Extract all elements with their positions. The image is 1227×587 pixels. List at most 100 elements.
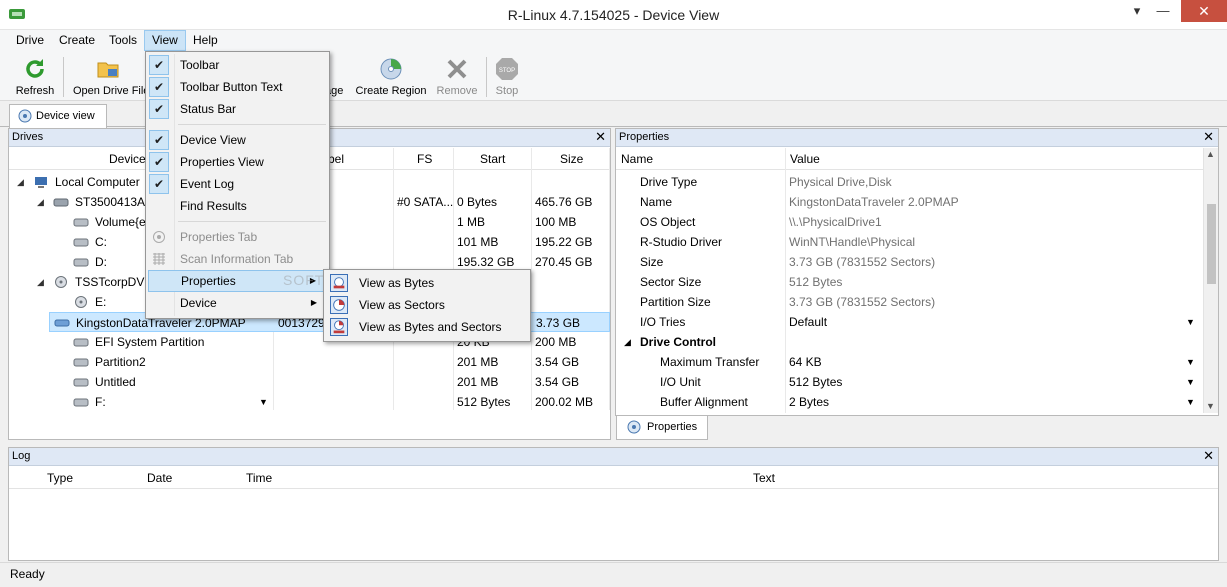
close-button[interactable]: ✕ [1181, 0, 1227, 22]
column-log-date[interactable]: Date [147, 471, 172, 485]
scrollbar-thumb[interactable] [1207, 204, 1216, 284]
view-bytes-icon [330, 274, 348, 292]
property-value: Default [789, 315, 828, 329]
tab-properties[interactable]: Properties [616, 416, 708, 440]
property-row[interactable]: Name KingstonDataTraveler 2.0PMAP [616, 192, 1202, 212]
column-log-text[interactable]: Text [753, 471, 775, 485]
menu-item-device-view[interactable]: ✔ Device View [148, 129, 327, 151]
vol-drive-icon [73, 358, 89, 367]
drive-name: Local Computer [55, 175, 140, 189]
drive-row[interactable]: F: 512 Bytes 200.02 MB ▼ [9, 392, 610, 412]
expand-arrow-icon[interactable]: ◢ [17, 172, 24, 192]
properties-scrollbar[interactable]: ▲ ▼ [1203, 148, 1218, 413]
drive-name: TSSTcorpDVD [75, 275, 154, 289]
property-value: 3.73 GB (7831552 Sectors) [789, 255, 936, 269]
close-properties-panel-button[interactable]: ✕ [1203, 129, 1214, 145]
dropdown-arrow-icon[interactable]: ▼ [259, 392, 268, 412]
refresh-icon [26, 59, 44, 78]
column-log-time[interactable]: Time [246, 471, 272, 485]
expand-arrow-icon[interactable]: ◢ [37, 192, 44, 212]
submenu-view-as-bytes[interactable]: View as Bytes [326, 272, 528, 294]
refresh-button[interactable]: Refresh [10, 55, 60, 99]
remove-button[interactable]: Remove [434, 55, 480, 99]
menu-item-status-bar[interactable]: ✔ Status Bar [148, 98, 327, 120]
property-name: Maximum Transfer [660, 355, 760, 369]
drive-name: Untitled [95, 375, 136, 389]
properties-submenu: View as Bytes View as Sectors View as By… [323, 269, 531, 342]
menu-item-properties-view[interactable]: ✔ Properties View [148, 151, 327, 173]
drive-size: 465.76 GB [535, 195, 593, 209]
minimize-button[interactable]: ▾ [1124, 0, 1150, 22]
property-row[interactable]: OS Object \\.\PhysicalDrive1 [616, 212, 1202, 232]
close-log-panel-button[interactable]: ✕ [1203, 448, 1214, 464]
dropdown-arrow-icon[interactable]: ▼ [1186, 352, 1195, 372]
property-row[interactable]: R-Studio Driver WinNT\Handle\Physical [616, 232, 1202, 252]
column-start[interactable]: Start [480, 152, 505, 166]
menu-create[interactable]: Create [52, 30, 102, 51]
column-device[interactable]: Device [109, 152, 146, 166]
drive-name: EFI System Partition [95, 335, 205, 349]
property-value: 2 Bytes [789, 395, 830, 409]
property-value: 64 KB [789, 355, 822, 369]
property-row[interactable]: I/O Unit 512 Bytes ▼ [616, 372, 1202, 392]
dropdown-arrow-icon[interactable]: ▼ [1186, 392, 1195, 412]
property-row[interactable]: Buffer Alignment 2 Bytes ▼ [616, 392, 1202, 412]
column-log-type[interactable]: Type [47, 471, 73, 485]
drive-size: 195.22 GB [535, 235, 593, 249]
drive-size: 3.54 GB [535, 355, 580, 369]
menu-view[interactable]: View [144, 30, 186, 51]
drive-row[interactable]: Partition2 201 MB 3.54 GB [9, 352, 610, 372]
menu-item-scan-information-tab[interactable]: Scan Information Tab [148, 248, 327, 270]
menu-item-event-log[interactable]: ✔ Event Log [148, 173, 327, 195]
column-prop-value[interactable]: Value [790, 152, 820, 166]
property-row[interactable]: Sector Size 512 Bytes [616, 272, 1202, 292]
property-row[interactable]: ◢ Drive Control [616, 332, 1202, 352]
property-name: Drive Control [640, 335, 717, 349]
menu-item-find-results[interactable]: Find Results [148, 195, 327, 217]
menu-item-device-submenu[interactable]: Device ▶ [148, 292, 327, 314]
drive-name: F: [95, 395, 106, 409]
property-row[interactable]: Partition Size 3.73 GB (7831552 Sectors) [616, 292, 1202, 312]
drive-start: 101 MB [457, 235, 499, 249]
menu-item-toolbar-button-text[interactable]: ✔ Toolbar Button Text [148, 76, 327, 98]
log-panel-header: Log ✕ [9, 448, 1218, 466]
drive-size: 200 MB [535, 335, 577, 349]
vol-drive-icon [73, 218, 89, 227]
property-name: I/O Tries [640, 315, 686, 329]
property-row[interactable]: Size 3.73 GB (7831552 Sectors) [616, 252, 1202, 272]
drive-row[interactable]: Untitled 201 MB 3.54 GB [9, 372, 610, 392]
drive-name: Volume{e [95, 215, 146, 229]
column-label[interactable]: bel [328, 152, 344, 166]
drive-name: Partition2 [95, 355, 146, 369]
close-drives-panel-button[interactable]: ✕ [595, 129, 606, 145]
vol-drive-icon [73, 378, 89, 387]
column-size[interactable]: Size [560, 152, 583, 166]
property-row[interactable]: Drive Type Physical Drive,Disk [616, 172, 1202, 192]
tab-device-view[interactable]: Device view [9, 104, 107, 128]
submenu-view-as-bytes-and-sectors[interactable]: View as Bytes and Sectors [326, 316, 528, 338]
maximize-button[interactable]: — [1150, 0, 1176, 22]
property-name: Name [640, 195, 673, 209]
create-region-button[interactable]: Create Region [354, 55, 428, 99]
menu-tools[interactable]: Tools [102, 30, 144, 51]
status-text: Ready [10, 567, 45, 581]
stop-button[interactable]: STOP Stop [491, 55, 523, 99]
dropdown-arrow-icon[interactable]: ▼ [1186, 372, 1195, 392]
submenu-view-as-sectors[interactable]: View as Sectors [326, 294, 528, 316]
scroll-up-arrow-icon[interactable]: ▲ [1206, 149, 1215, 159]
dropdown-arrow-icon[interactable]: ▼ [1186, 312, 1195, 332]
menu-item-properties-tab[interactable]: Properties Tab [148, 226, 327, 248]
expand-arrow-icon[interactable]: ◢ [624, 332, 631, 352]
open-drive-files-button[interactable]: Open Drive Files [70, 55, 146, 99]
column-prop-name[interactable]: Name [621, 152, 653, 166]
column-fs[interactable]: FS [417, 152, 432, 166]
property-row[interactable]: I/O Tries Default ▼ [616, 312, 1202, 332]
menu-help[interactable]: Help [186, 30, 225, 51]
menu-item-toolbar[interactable]: ✔ Toolbar [148, 54, 327, 76]
scroll-down-arrow-icon[interactable]: ▼ [1206, 401, 1215, 411]
property-row[interactable]: Maximum Transfer 64 KB ▼ [616, 352, 1202, 372]
properties-panel: Properties ✕ Name Value Drive Type Physic… [615, 128, 1219, 416]
menu-drive[interactable]: Drive [9, 30, 51, 51]
expand-arrow-icon[interactable]: ◢ [37, 272, 44, 292]
property-value: 3.73 GB (7831552 Sectors) [789, 295, 936, 309]
